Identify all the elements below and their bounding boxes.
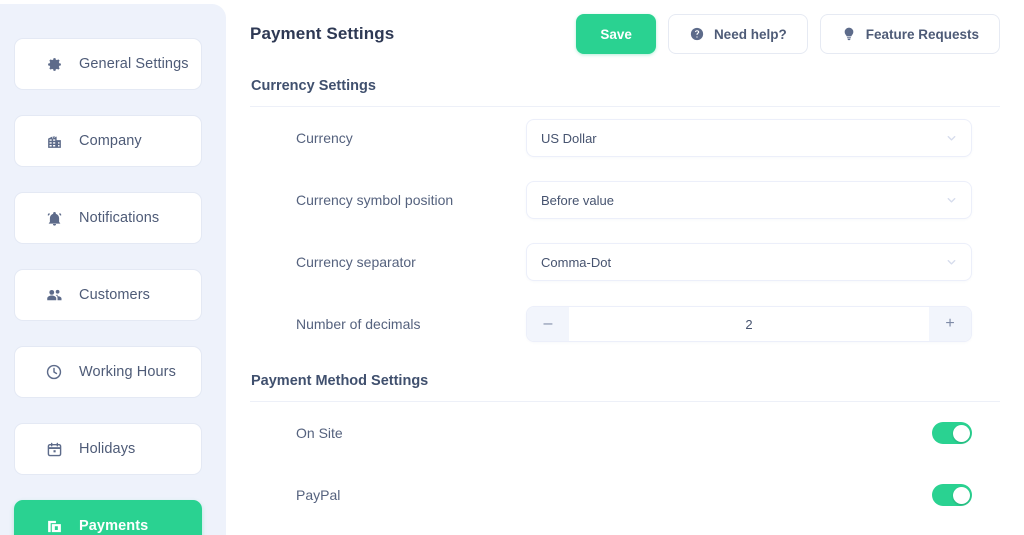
feature-requests-button[interactable]: Feature Requests: [819, 14, 1000, 54]
save-button-label: Save: [600, 26, 632, 42]
sidebar-item-label: Company: [79, 133, 142, 149]
currency-symbol-position-select-value: Before value: [541, 192, 614, 208]
sidebar-item-notifications[interactable]: Notifications: [14, 192, 202, 244]
toggle-knob: [952, 424, 970, 442]
paypal-toggle[interactable]: [932, 484, 972, 506]
feature-requests-button-label: Feature Requests: [865, 26, 979, 42]
field-label: Currency: [296, 130, 353, 146]
toggle-knob: [952, 486, 970, 504]
toolbar: Payment Settings Save Need help? Feature…: [250, 0, 1000, 60]
decimals-decrement-button[interactable]: –: [527, 307, 569, 341]
building-icon: [43, 130, 65, 152]
currency-select-value: US Dollar: [541, 130, 597, 146]
clock-icon: [43, 361, 65, 383]
gear-icon: [43, 53, 65, 75]
page-title: Payment Settings: [250, 24, 395, 43]
sidebar-item-label: Payments: [79, 518, 149, 534]
question-circle-icon: [689, 26, 705, 42]
chevron-down-icon: [945, 256, 958, 269]
sidebar-item-label: Working Hours: [79, 364, 176, 380]
sidebar: General Settings Company Notifications C…: [0, 4, 226, 535]
field-control: – 2 +: [526, 306, 972, 342]
bell-icon: [43, 207, 65, 229]
currency-symbol-position-select[interactable]: Before value: [526, 181, 972, 219]
decimals-stepper: – 2 +: [526, 306, 972, 342]
sidebar-item-general-settings[interactable]: General Settings: [14, 38, 202, 90]
sidebar-item-working-hours[interactable]: Working Hours: [14, 346, 202, 398]
currency-separator-select-value: Comma-Dot: [541, 254, 612, 270]
sidebar-item-payments[interactable]: Payments: [14, 500, 202, 535]
on-site-toggle[interactable]: [932, 422, 972, 444]
decimals-increment-button[interactable]: +: [929, 307, 971, 341]
sidebar-item-company[interactable]: Company: [14, 115, 202, 167]
field-label: Currency symbol position: [296, 192, 454, 208]
sidebar-item-label: Notifications: [79, 210, 160, 226]
toolbar-actions: Save Need help? Feature Requests: [576, 14, 1000, 54]
lightbulb-icon: [841, 26, 857, 42]
field-currency-separator: Currency separator Comma-Dot: [250, 231, 1000, 293]
need-help-button-label: Need help?: [713, 26, 787, 42]
sidebar-item-label: Holidays: [79, 441, 136, 457]
main-content: Payment Settings Save Need help? Feature…: [226, 0, 1024, 535]
decimals-value[interactable]: 2: [569, 307, 929, 341]
payment-method-settings-heading: Payment Method Settings: [251, 373, 429, 389]
field-control: Before value: [526, 181, 972, 219]
field-currency-symbol-position: Currency symbol position Before value: [250, 169, 1000, 231]
field-number-of-decimals: Number of decimals – 2 +: [250, 293, 1000, 355]
sidebar-item-label: Customers: [79, 287, 150, 303]
save-button[interactable]: Save: [576, 14, 656, 54]
payment-method-label: On Site: [296, 425, 343, 441]
field-label: Currency separator: [296, 254, 416, 270]
calendar-icon: [43, 438, 65, 460]
field-currency: Currency US Dollar: [250, 107, 1000, 169]
payment-method-on-site: On Site: [250, 402, 1000, 464]
payments-icon: [43, 515, 65, 535]
users-icon: [43, 284, 65, 306]
currency-settings-heading: Currency Settings: [251, 78, 376, 94]
field-control: US Dollar: [526, 119, 972, 157]
currency-select[interactable]: US Dollar: [526, 119, 972, 157]
sidebar-item-label: General Settings: [79, 56, 189, 72]
payment-method-label: PayPal: [296, 487, 341, 503]
payment-settings-page: General Settings Company Notifications C…: [0, 0, 1024, 535]
chevron-down-icon: [945, 132, 958, 145]
payment-method-paypal: PayPal: [250, 464, 1000, 526]
sidebar-item-holidays[interactable]: Holidays: [14, 423, 202, 475]
field-control: Comma-Dot: [526, 243, 972, 281]
chevron-down-icon: [945, 194, 958, 207]
need-help-button[interactable]: Need help?: [667, 14, 808, 54]
sidebar-item-customers[interactable]: Customers: [14, 269, 202, 321]
currency-separator-select[interactable]: Comma-Dot: [526, 243, 972, 281]
field-label: Number of decimals: [296, 316, 421, 332]
